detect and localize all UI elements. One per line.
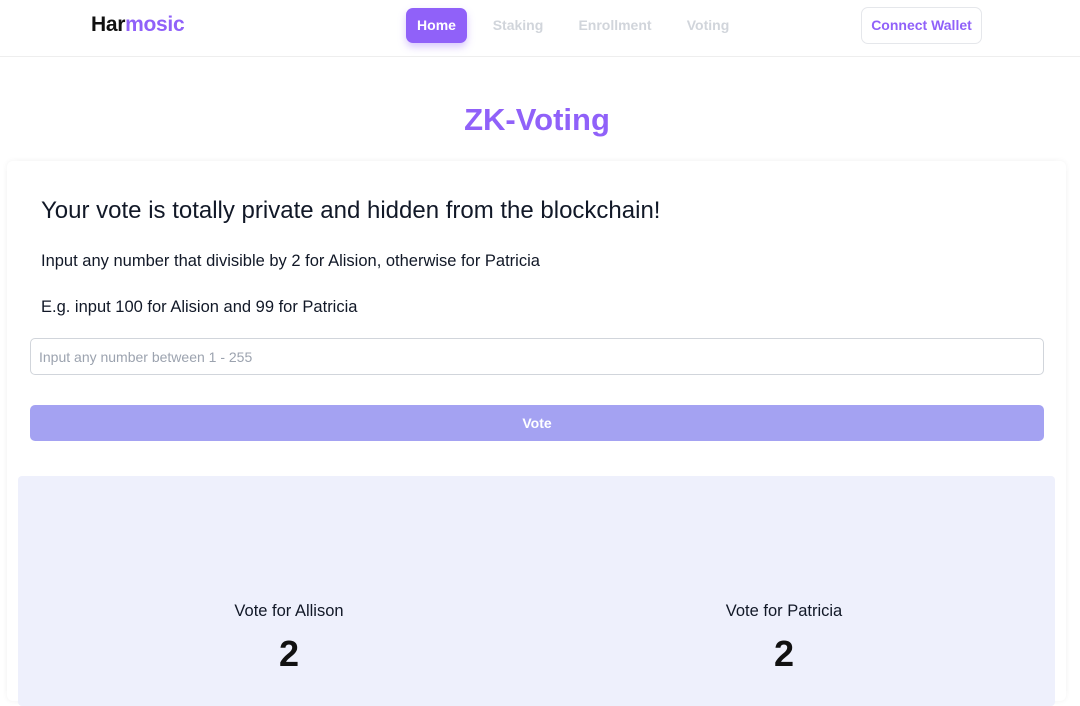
nav-staking-link[interactable]: Staking: [488, 8, 548, 43]
logo-text-part1: Har: [91, 13, 126, 36]
vote-number-input[interactable]: [30, 338, 1044, 375]
logo-text-part2: mosic: [125, 13, 185, 36]
top-nav-bar: Harmosic Home Staking Enrollment Voting …: [0, 0, 1080, 57]
privacy-heading: Your vote is totally private and hidden …: [41, 197, 661, 224]
vote-button[interactable]: Vote: [30, 405, 1044, 441]
nav-enrollment-link[interactable]: Enrollment: [574, 8, 656, 43]
patricia-vote-count: 2: [773, 633, 795, 674]
instruction-text: Input any number that divisible by 2 for…: [41, 252, 540, 270]
allison-vote-label: Vote for Allison: [234, 602, 344, 620]
page-title: ZK-Voting: [464, 102, 610, 137]
harmosic-logo[interactable]: Harmosic: [91, 12, 185, 38]
connect-wallet-button[interactable]: Connect Wallet: [861, 7, 982, 44]
allison-vote-count: 2: [278, 633, 300, 674]
example-text: E.g. input 100 for Alision and 99 for Pa…: [41, 298, 358, 316]
nav-home-button[interactable]: Home: [406, 8, 467, 43]
patricia-vote-label: Vote for Patricia: [725, 602, 843, 620]
nav-voting-link[interactable]: Voting: [682, 8, 734, 43]
